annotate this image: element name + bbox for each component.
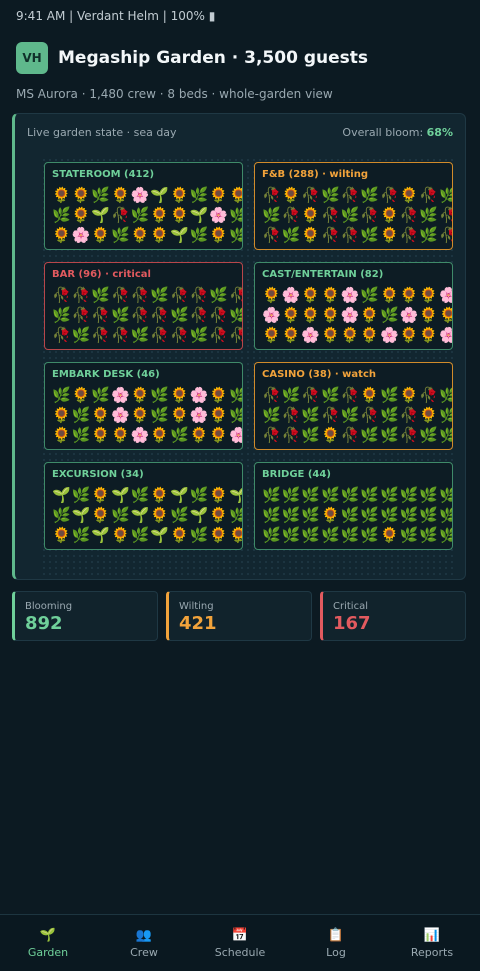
stat-card-blooming: Blooming 892	[12, 591, 158, 641]
zone-title: EMBARK DESK (46)	[52, 369, 160, 380]
nav-label: Schedule	[214, 946, 266, 959]
zone-card[interactable]: BRIDGE (44) 🌿🌿🌿🌿🌿🌿🌿🌿🌿🌿 🌿🌿🌿🌻🌿🌿🌿🌿🌿🌿 🌿🌿🌿🌿🌿🌿🌻🌿🌿…	[254, 462, 453, 550]
nav-item-schedule[interactable]: 📅 Schedule	[192, 915, 288, 971]
bottom-nav: 🌱 Garden 👥 Crew 📅 Schedule 📋 Log 📊 Reports	[0, 914, 480, 971]
plant-row: 🌿🌿🌿🌿🌿🌿🌿🌿🌿🌿	[262, 486, 452, 504]
zone-title: CAST/ENTERTAIN (82)	[262, 269, 384, 280]
plant-row: 🌻🌿🌱🌻🌿🌱🌻🌿🌻🌻	[52, 526, 242, 544]
stat-label: Wilting	[179, 601, 214, 612]
bar-chart-icon: 📊	[423, 928, 441, 943]
plant-row: 🌻🌸🌻🌻🌸🌿🌻🌻🌻🌸	[262, 286, 452, 304]
zone-card[interactable]: EXCURSION (34) 🌱🌿🌻🌱🌿🌻🌱🌿🌻🌱 🌿🌱🌻🌿🌱🌻🌿🌱🌻🌿 🌻🌿🌱🌻🌿🌱…	[44, 462, 243, 550]
plant-row: 🌻🌻🌸🌻🌻🌻🌸🌻🌻🌸	[262, 326, 452, 344]
page-subtitle: MS Aurora · 1,480 crew · 8 beds · whole-…	[16, 87, 333, 101]
plant-row: 🌻🌻🌿🌻🌸🌱🌻🌿🌻🌻	[52, 186, 242, 204]
header: VH Megaship Garden · 3,500 guests	[16, 42, 368, 74]
plant-row: 🌱🌿🌻🌱🌿🌻🌱🌿🌻🌱	[52, 486, 242, 504]
nav-item-crew[interactable]: 👥 Crew	[96, 915, 192, 971]
stat-value: 892	[25, 613, 63, 634]
nav-label: Log	[326, 946, 346, 959]
plant-row: 🌿🌿🌿🌻🌿🌿🌿🌿🌿🌿	[262, 506, 452, 524]
plant-row: 🌻🌿🌻🌻🌸🌻🌿🌻🌻🌸	[52, 426, 242, 444]
zone-title: BAR (96) · critical	[52, 269, 151, 280]
nav-label: Reports	[410, 946, 454, 959]
plant-row: 🌿🥀🌿🥀🌿🥀🌿🥀🌻🌿	[262, 406, 452, 424]
plant-row: 🌻🌸🌻🌿🌻🌻🌱🌿🌻🌿	[52, 226, 242, 244]
garden-state-label: Live garden state · sea day	[27, 126, 177, 139]
stat-label: Critical	[333, 601, 368, 612]
plant-row: 🌻🌿🌻🌸🌻🌿🌻🌸🌻🌿	[52, 406, 242, 424]
plant-row: 🌸🌻🌻🌻🌸🌻🌿🌸🌻🌻	[262, 306, 452, 324]
zone-card[interactable]: STATEROOM (412) 🌻🌻🌿🌻🌸🌱🌻🌿🌻🌻 🌿🌻🌱🥀🌿🌻🌻🌱🌸🌿 🌻🌸🌻🌿🌻…	[44, 162, 243, 250]
stat-card-critical: Critical 167	[320, 591, 466, 641]
nav-item-log[interactable]: 📋 Log	[288, 915, 384, 971]
people-icon: 👥	[135, 928, 153, 943]
zone-title: BRIDGE (44)	[262, 469, 331, 480]
plant-row: 🌿🥀🌻🥀🌿🥀🌻🥀🌿🥀	[262, 206, 452, 224]
zone-plants: 🥀🌻🥀🌿🥀🌿🥀🌻🥀🌿 🌿🥀🌻🥀🌿🥀🌻🥀🌿🥀 🥀🌿🌻🥀🥀🌿🌻🥀🌿🥀	[262, 185, 452, 245]
panel-header: Live garden state · sea day Overall bloo…	[27, 126, 453, 139]
zone-title: F&B (288) · wilting	[262, 169, 369, 180]
sprout-icon: 🌱	[39, 928, 57, 943]
zone-plants: 🌱🌿🌻🌱🌿🌻🌱🌿🌻🌱 🌿🌱🌻🌿🌱🌻🌿🌱🌻🌿 🌻🌿🌱🌻🌿🌱🌻🌿🌻🌻	[52, 485, 242, 545]
plant-row: 🥀🌿🥀🥀🌿🥀🥀🌿🥀🥀	[52, 326, 242, 344]
plant-row: 🌿🌿🌿🌿🌿🌿🌻🌿🌿🌿	[262, 526, 452, 544]
page-title: Megaship Garden · 3,500 guests	[58, 48, 368, 68]
calendar-icon: 📅	[231, 928, 249, 943]
plant-row: 🥀🌿🌻🥀🥀🌿🌻🥀🌿🥀	[262, 226, 452, 244]
nav-label: Crew	[130, 946, 158, 959]
clipboard-icon: 📋	[327, 928, 345, 943]
zone-plants: 🌻🌸🌻🌻🌸🌿🌻🌻🌻🌸 🌸🌻🌻🌻🌸🌻🌿🌸🌻🌻 🌻🌻🌸🌻🌻🌻🌸🌻🌻🌸	[262, 285, 452, 345]
zone-card[interactable]: CAST/ENTERTAIN (82) 🌻🌸🌻🌻🌸🌿🌻🌻🌻🌸 🌸🌻🌻🌻🌸🌻🌿🌸🌻🌻 🌻…	[254, 262, 453, 350]
avatar[interactable]: VH	[16, 42, 48, 74]
zone-grid: STATEROOM (412) 🌻🌻🌿🌻🌸🌱🌻🌿🌻🌻 🌿🌻🌱🥀🌿🌻🌻🌱🌸🌿 🌻🌸🌻🌿🌻…	[41, 157, 453, 577]
plant-row: 🌿🌻🌿🌸🌻🌿🌻🌸🌻🌿	[52, 386, 242, 404]
plant-row: 🥀🥀🌿🌻🥀🌿🌿🥀🌿🌿	[262, 426, 452, 444]
zone-title: STATEROOM (412)	[52, 169, 155, 180]
stat-value: 421	[179, 613, 217, 634]
stat-card-wilting: Wilting 421	[166, 591, 312, 641]
overall-bloom-label: Overall bloom:	[342, 126, 427, 139]
zone-plants: 🌿🌿🌿🌿🌿🌿🌿🌿🌿🌿 🌿🌿🌿🌻🌿🌿🌿🌿🌿🌿 🌿🌿🌿🌿🌿🌿🌻🌿🌿🌿	[262, 485, 452, 545]
zone-card[interactable]: BAR (96) · critical 🥀🥀🌿🥀🥀🌿🥀🥀🌿🥀 🌿🥀🥀🌿🥀🥀🌿🥀🥀🌿 🥀…	[44, 262, 243, 350]
plant-row: 🥀🌿🥀🌿🥀🌻🌿🌻🥀🌿	[262, 386, 452, 404]
stat-label: Blooming	[25, 601, 73, 612]
zone-plants: 🌿🌻🌿🌸🌻🌿🌻🌸🌻🌿 🌻🌿🌻🌸🌻🌿🌻🌸🌻🌿 🌻🌿🌻🌻🌸🌻🌿🌻🌻🌸	[52, 385, 242, 445]
zone-card[interactable]: F&B (288) · wilting 🥀🌻🥀🌿🥀🌿🥀🌻🥀🌿 🌿🥀🌻🥀🌿🥀🌻🥀🌿🥀 🥀…	[254, 162, 453, 250]
nav-item-garden[interactable]: 🌱 Garden	[0, 915, 96, 971]
plant-row: 🥀🌻🥀🌿🥀🌿🥀🌻🥀🌿	[262, 186, 452, 204]
zone-plants: 🥀🌿🥀🌿🥀🌻🌿🌻🥀🌿 🌿🥀🌿🥀🌿🥀🌿🥀🌻🌿 🥀🥀🌿🌻🥀🌿🌿🥀🌿🌿	[262, 385, 452, 445]
status-bar: 9:41 AM | Verdant Helm | 100% ▮	[16, 9, 216, 23]
stat-value: 167	[333, 613, 371, 634]
overall-bloom: Overall bloom: 68%	[342, 126, 453, 139]
zone-title: CASINO (38) · watch	[262, 369, 376, 380]
zone-plants: 🥀🥀🌿🥀🥀🌿🥀🥀🌿🥀 🌿🥀🥀🌿🥀🥀🌿🥀🥀🌿 🥀🌿🥀🥀🌿🥀🥀🌿🥀🥀	[52, 285, 242, 345]
overall-bloom-value: 68%	[426, 126, 453, 139]
plant-row: 🌿🌱🌻🌿🌱🌻🌿🌱🌻🌿	[52, 506, 242, 524]
plant-row: 🌿🥀🥀🌿🥀🥀🌿🥀🥀🌿	[52, 306, 242, 324]
zone-card[interactable]: EMBARK DESK (46) 🌿🌻🌿🌸🌻🌿🌻🌸🌻🌿 🌻🌿🌻🌸🌻🌿🌻🌸🌻🌿 🌻🌿🌻🌻…	[44, 362, 243, 450]
plant-row: 🌿🌻🌱🥀🌿🌻🌻🌱🌸🌿	[52, 206, 242, 224]
zone-card[interactable]: CASINO (38) · watch 🥀🌿🥀🌿🥀🌻🌿🌻🥀🌿 🌿🥀🌿🥀🌿🥀🌿🥀🌻🌿 🥀…	[254, 362, 453, 450]
zone-plants: 🌻🌻🌿🌻🌸🌱🌻🌿🌻🌻 🌿🌻🌱🥀🌿🌻🌻🌱🌸🌿 🌻🌸🌻🌿🌻🌻🌱🌿🌻🌿	[52, 185, 242, 245]
zone-title: EXCURSION (34)	[52, 469, 144, 480]
nav-item-reports[interactable]: 📊 Reports	[384, 915, 480, 971]
garden-panel: Live garden state · sea day Overall bloo…	[12, 113, 466, 580]
plant-row: 🥀🥀🌿🥀🥀🌿🥀🥀🌿🥀	[52, 286, 242, 304]
nav-label: Garden	[27, 946, 69, 959]
